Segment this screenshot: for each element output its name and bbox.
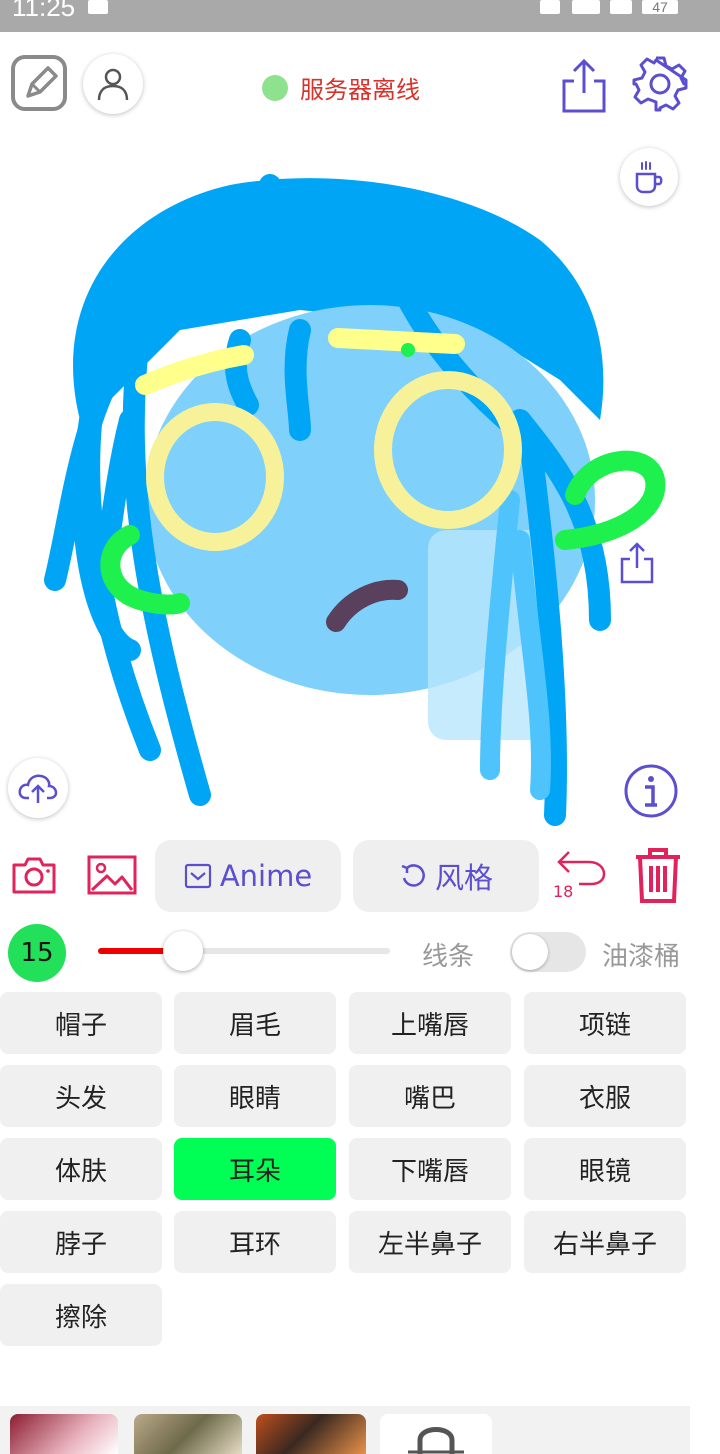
share-icon (562, 58, 606, 113)
signal-icon (572, 0, 600, 14)
battery-icon: 47 (642, 0, 678, 14)
part-button[interactable]: 头发 (0, 1065, 162, 1127)
info-icon (624, 764, 678, 818)
part-button[interactable]: 耳朵 (174, 1138, 336, 1200)
share-icon (620, 542, 654, 584)
camera-button[interactable] (10, 852, 58, 898)
camera-icon (12, 857, 56, 894)
anime-label: Anime (219, 859, 313, 893)
account-button[interactable] (83, 54, 143, 114)
part-button[interactable]: 右半鼻子 (524, 1211, 686, 1273)
refresh-icon (401, 864, 425, 887)
part-button[interactable]: 帽子 (0, 992, 162, 1054)
style-thumbnail[interactable] (134, 1414, 242, 1454)
part-button[interactable]: 体肤 (0, 1138, 162, 1200)
share-button[interactable] (556, 56, 612, 116)
bucket-mode-label: 油漆桶 (602, 942, 681, 972)
coffee-button[interactable] (620, 148, 678, 206)
lock-icon (408, 1427, 464, 1454)
brush-size-slider[interactable] (98, 948, 390, 954)
style-thumbnail[interactable] (10, 1414, 118, 1454)
delete-button[interactable] (632, 846, 684, 904)
anime-button[interactable]: Anime (155, 840, 341, 912)
part-button[interactable]: 眉毛 (174, 992, 336, 1054)
part-button[interactable]: 眼镜 (524, 1138, 686, 1200)
part-button[interactable]: 脖子 (0, 1211, 162, 1273)
settings-button[interactable] (630, 54, 690, 114)
drawing-canvas[interactable] (0, 130, 720, 830)
server-status-dot (262, 74, 288, 101)
style-label: 风格 (434, 861, 493, 895)
upload-button[interactable] (8, 758, 68, 818)
part-button[interactable]: 衣服 (524, 1065, 686, 1127)
part-button[interactable]: 下嘴唇 (349, 1138, 511, 1200)
undo-count: 18 (553, 882, 574, 901)
server-status: 服务器离线 (262, 70, 420, 105)
wifi-icon (610, 0, 632, 14)
style-thumbnail[interactable] (256, 1414, 366, 1454)
edit-button[interactable] (10, 54, 68, 112)
mail-icon (184, 863, 211, 889)
part-button[interactable]: 嘴巴 (349, 1065, 511, 1127)
part-button[interactable]: 耳环 (174, 1211, 336, 1273)
server-status-text: 服务器离线 (300, 76, 420, 104)
trash-icon (636, 848, 680, 903)
brush-size-badge: 15 (8, 924, 66, 982)
notification-icon (88, 0, 108, 14)
line-mode-label: 线条 (422, 942, 475, 972)
part-button[interactable]: 上嘴唇 (349, 992, 511, 1054)
coffee-icon (635, 161, 663, 194)
bucket-toggle[interactable] (510, 932, 586, 972)
settings-icon (632, 56, 688, 112)
status-time: 11:25 (12, 0, 76, 22)
status-bar: 11:25 47 (0, 0, 720, 32)
part-button[interactable]: 左半鼻子 (349, 1211, 511, 1273)
share-layer-button[interactable] (616, 540, 658, 586)
upload-cloud-icon (18, 774, 58, 803)
drawing-sketch (44, 174, 666, 826)
toggle-knob (512, 934, 548, 970)
lock-thumbnail[interactable] (380, 1414, 492, 1454)
part-button[interactable]: 擦除 (0, 1284, 162, 1346)
hd-icon (540, 0, 560, 14)
info-button[interactable] (622, 762, 680, 820)
edit-icon (11, 55, 67, 111)
part-button[interactable]: 项链 (524, 992, 686, 1054)
style-button[interactable]: 风格 (353, 840, 539, 912)
slider-thumb[interactable] (162, 931, 203, 971)
image-icon (87, 855, 137, 895)
part-button[interactable]: 眼睛 (174, 1065, 336, 1127)
user-icon (97, 68, 129, 101)
gallery-button[interactable] (86, 852, 138, 898)
